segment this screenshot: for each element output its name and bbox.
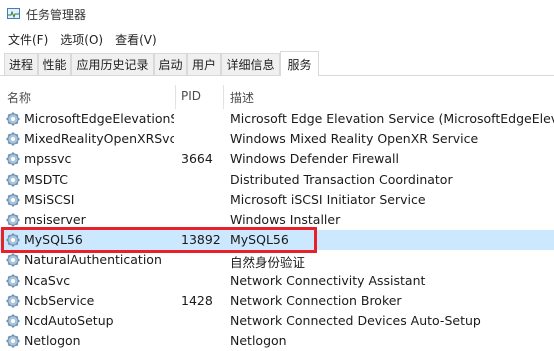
service-gear-icon	[6, 173, 20, 187]
tab-details[interactable]: 详细信息	[221, 53, 280, 75]
service-name: MSiSCSI	[24, 191, 75, 207]
services-list: MicrosoftEdgeElevationS... Microsoft Edge…	[0, 109, 554, 351]
service-gear-icon	[6, 314, 20, 328]
service-row[interactable]: mpssvc 3664 Windows Defender Firewall	[0, 149, 554, 169]
service-gear-icon	[6, 132, 20, 146]
service-row[interactable]: MicrosoftEdgeElevationS... Microsoft Edge…	[0, 109, 554, 129]
service-name: NcdAutoSetup	[24, 312, 114, 328]
menu-bar: 文件(F) 选项(O) 查看(V)	[0, 28, 554, 50]
menu-view[interactable]: 查看(V)	[109, 31, 163, 48]
service-description: Microsoft Edge Elevation Service (Micros…	[230, 111, 554, 126]
service-description: Network Connected Devices Auto-Setup	[230, 312, 481, 328]
window-title: 任务管理器	[26, 8, 87, 22]
service-row[interactable]: NcaSvc Network Connectivity Assistant	[0, 271, 554, 291]
service-gear-icon	[6, 253, 20, 267]
service-row[interactable]: NcdAutoSetup Network Connected Devices Au…	[0, 311, 554, 331]
service-row[interactable]: msiserver Windows Installer	[0, 210, 554, 230]
service-description: 自然身份验证	[230, 255, 306, 271]
column-header-description[interactable]: 描述	[230, 89, 254, 106]
service-name: MSDTC	[24, 171, 68, 187]
service-gear-icon	[6, 233, 20, 247]
task-manager-icon	[7, 8, 20, 19]
service-gear-icon	[6, 213, 20, 227]
service-description: MySQL56	[230, 232, 289, 248]
service-gear-icon	[6, 112, 20, 126]
service-row[interactable]: NcbService 1428 Network Connection Broker	[0, 291, 554, 311]
column-header-pid[interactable]: PID	[181, 89, 201, 103]
service-description: Windows Mixed Reality OpenXR Service	[230, 131, 479, 147]
service-pid: 1428	[181, 292, 213, 308]
column-header-name[interactable]: 名称	[7, 89, 31, 106]
service-row[interactable]: MySQL56 13892 MySQL56	[0, 230, 554, 251]
column-header: 名称 PID 描述	[0, 87, 554, 107]
column-divider[interactable]	[223, 85, 224, 109]
service-description: Network Connectivity Assistant	[230, 272, 426, 288]
service-gear-icon	[6, 274, 20, 288]
tab-app-history[interactable]: 应用历史记录	[71, 53, 154, 75]
service-name: NaturalAuthentication	[24, 252, 162, 268]
service-row[interactable]: MixedRealityOpenXRSvc Windows Mixed Reali…	[0, 129, 554, 149]
service-name: MixedRealityOpenXRSvc	[24, 131, 174, 147]
tab-bar: 进程 性能 应用历史记录 启动 用户 详细信息 服务	[0, 51, 554, 76]
tab-performance[interactable]: 性能	[38, 53, 71, 75]
service-name: msiserver	[24, 211, 86, 227]
tab-startup[interactable]: 启动	[154, 53, 187, 75]
service-row[interactable]: MSiSCSI Microsoft iSCSI Initiator Service	[0, 190, 554, 210]
title-bar: 任务管理器	[0, 0, 554, 28]
tab-users[interactable]: 用户	[187, 53, 221, 75]
service-name: MicrosoftEdgeElevationS...	[24, 111, 174, 126]
service-description: Distributed Transaction Coordinator	[230, 171, 453, 187]
service-description: Network Connection Broker	[230, 292, 402, 308]
service-row[interactable]: MSDTC Distributed Transaction Coordinator	[0, 170, 554, 190]
service-pid: 13892	[181, 232, 221, 248]
service-row[interactable]: NaturalAuthentication 自然身份验证	[0, 250, 554, 270]
service-name: MySQL56	[24, 232, 83, 248]
service-gear-icon	[6, 152, 20, 166]
tab-processes[interactable]: 进程	[4, 53, 38, 75]
service-name: mpssvc	[24, 151, 72, 167]
menu-options[interactable]: 选项(O)	[54, 31, 109, 48]
service-gear-icon	[6, 294, 20, 308]
service-gear-icon	[6, 193, 20, 207]
tab-services[interactable]: 服务	[280, 51, 319, 76]
service-pid: 3664	[181, 151, 213, 167]
service-description: Windows Defender Firewall	[230, 151, 399, 167]
service-row[interactable]: Netlogon Netlogon	[0, 331, 554, 351]
service-description: Windows Installer	[230, 211, 341, 227]
service-description: Microsoft iSCSI Initiator Service	[230, 191, 426, 207]
service-name: NcaSvc	[24, 272, 71, 288]
column-divider[interactable]	[175, 85, 176, 109]
service-name: NcbService	[24, 292, 95, 308]
menu-file[interactable]: 文件(F)	[2, 31, 54, 48]
